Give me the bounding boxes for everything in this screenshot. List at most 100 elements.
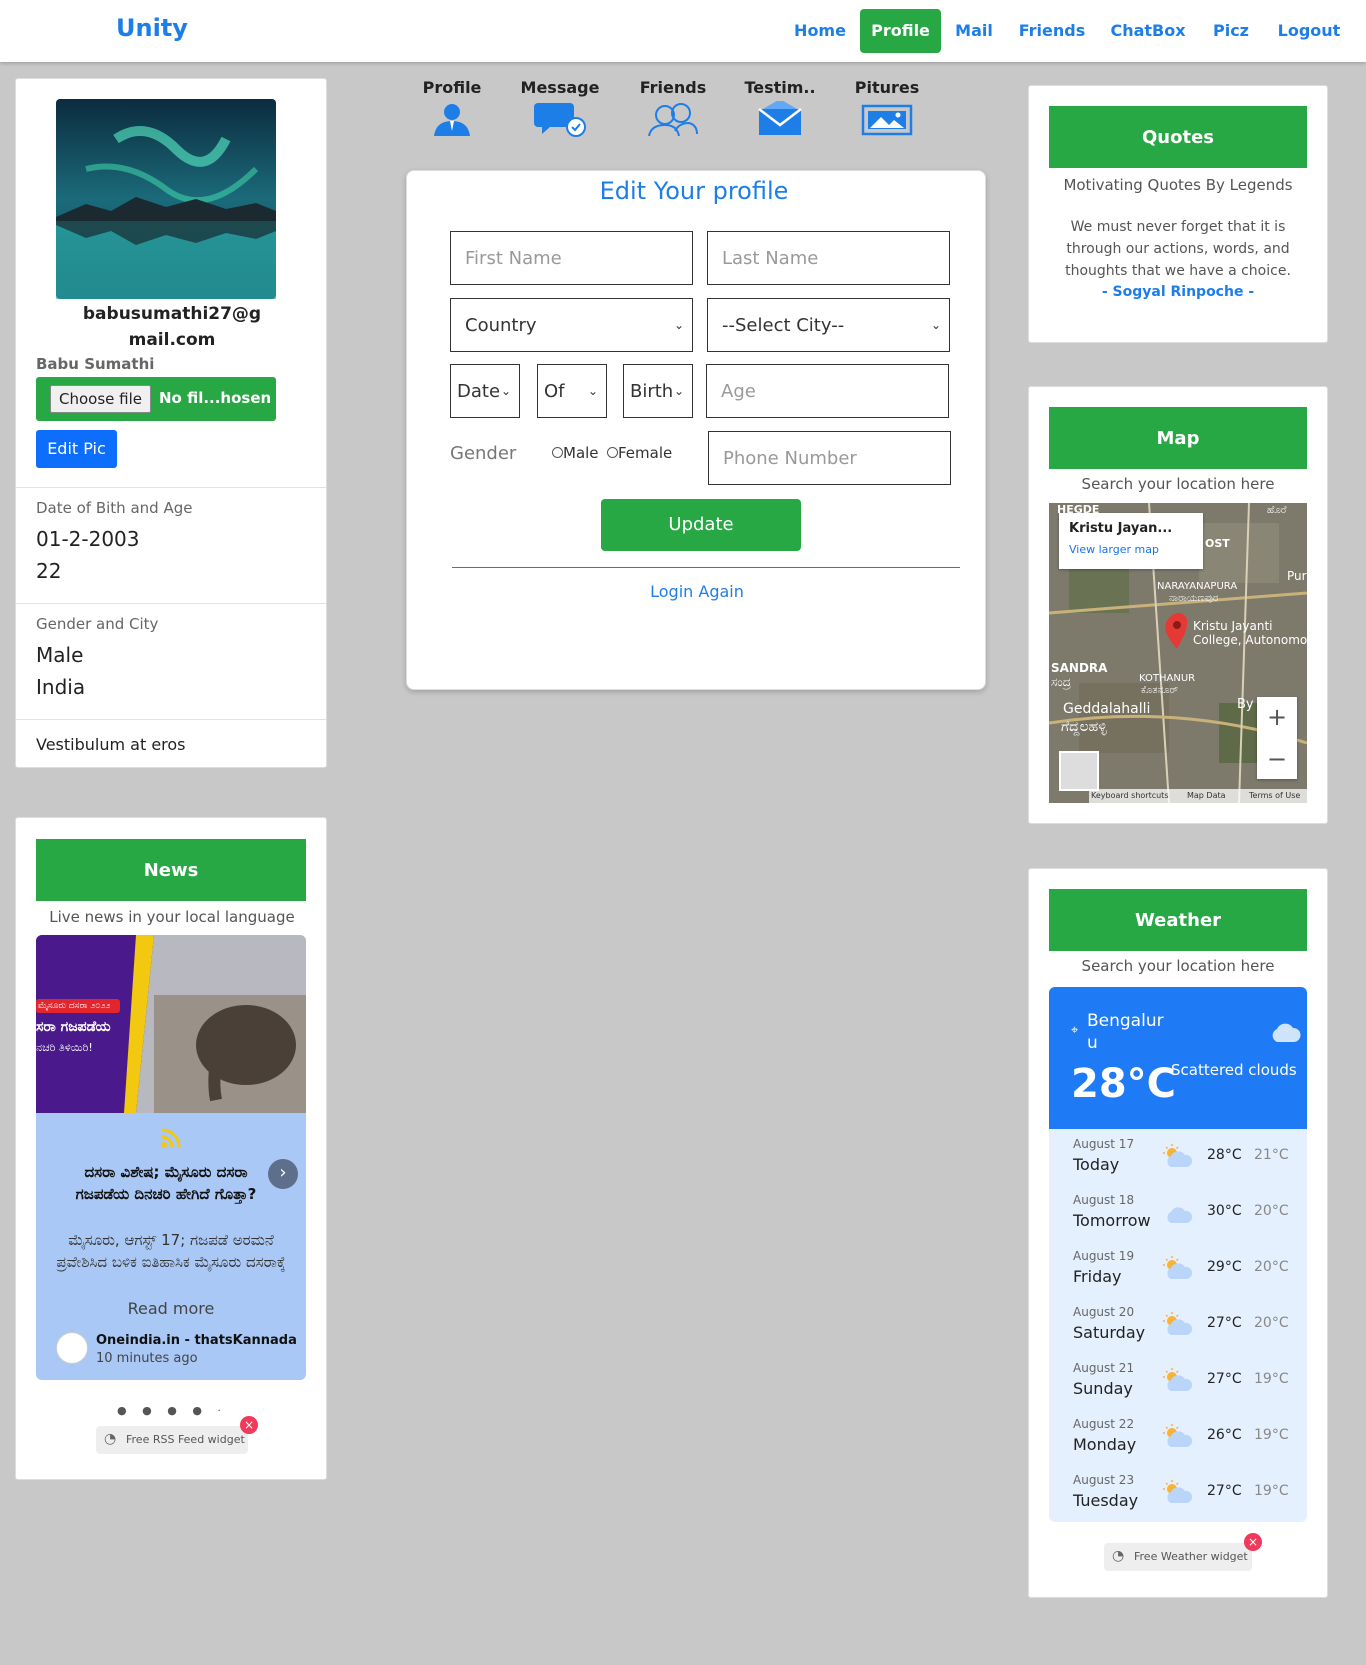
nav-friends[interactable]: Friends xyxy=(1016,9,1088,53)
dob-date-select[interactable]: Date ⌄ xyxy=(450,364,520,418)
sun-cloud-icon xyxy=(1163,1424,1193,1447)
location-pin-icon: ⌖ xyxy=(1071,1023,1079,1038)
dob-year-select[interactable]: Birth ⌄ xyxy=(623,364,693,418)
age-input[interactable]: Age xyxy=(706,364,949,418)
choose-file-button[interactable]: Choose file xyxy=(50,385,151,413)
dob-month-select[interactable]: Of ⌄ xyxy=(537,364,607,418)
edit-profile-card: Edit Your profile First Name Last Name C… xyxy=(406,170,986,690)
map-data-link[interactable]: Map Data xyxy=(1187,791,1226,800)
forecast-date: August 22 xyxy=(1073,1417,1135,1431)
gender-male-radio[interactable]: Male xyxy=(552,444,599,462)
edit-pic-button[interactable]: Edit Pic xyxy=(36,430,117,468)
forecast-low: 20°C xyxy=(1254,1315,1289,1331)
forecast-date: August 19 xyxy=(1073,1249,1135,1263)
news-image-line-2: ನಚರಿ ತಿಳಿಯಿರಿ! xyxy=(36,1041,93,1054)
forecast-high: 27°C xyxy=(1207,1315,1242,1331)
forecast-date: August 20 xyxy=(1073,1305,1135,1319)
tab-profile[interactable]: Profile xyxy=(402,78,502,141)
sun-cloud-icon xyxy=(1163,1312,1193,1335)
forecast-date: August 17 xyxy=(1073,1137,1135,1151)
phone-input[interactable]: Phone Number xyxy=(708,431,951,485)
keyboard-shortcuts-link[interactable]: Keyboard shortcuts xyxy=(1091,791,1168,800)
gender-female-radio[interactable]: Female xyxy=(607,444,672,462)
news-read-more[interactable]: Read more xyxy=(36,1299,306,1318)
zoom-in-button[interactable]: + xyxy=(1257,697,1297,737)
quotes-subtitle: Motivating Quotes By Legends xyxy=(1063,176,1293,194)
file-input[interactable]: Choose file No fil...hosen xyxy=(36,377,276,421)
brand-logo[interactable]: Unity xyxy=(116,14,188,42)
map-area-label: KOTHANUR xyxy=(1139,673,1196,684)
rss-widget-badge[interactable]: ◔ Free RSS Feed widget × xyxy=(96,1416,258,1454)
profile-picture xyxy=(56,99,276,299)
female-label: Female xyxy=(618,444,673,462)
chevron-down-icon: ⌄ xyxy=(673,318,684,332)
nav-profile[interactable]: Profile xyxy=(860,9,941,53)
nav-chatbox[interactable]: ChatBox xyxy=(1108,9,1188,53)
forecast-day: Tomorrow xyxy=(1073,1211,1151,1230)
map-area-label: OST xyxy=(1205,537,1230,550)
close-icon[interactable]: × xyxy=(1244,1533,1262,1551)
news-subtitle: Live news in your local language xyxy=(49,908,295,926)
tab-friends[interactable]: Friends xyxy=(623,78,723,141)
widget-logo-icon: ◔ xyxy=(104,1431,117,1447)
friends-icon xyxy=(648,103,698,137)
news-source-avatar xyxy=(56,1332,88,1364)
tab-message[interactable]: Message xyxy=(510,78,610,141)
nav-mail[interactable]: Mail xyxy=(951,9,997,53)
terms-of-use-link[interactable]: Terms of Use xyxy=(1249,791,1300,800)
sun-cloud-icon xyxy=(1163,1144,1193,1167)
forecast-day: Tuesday xyxy=(1073,1491,1139,1510)
map-place-name: Kristu Jayan... xyxy=(1069,521,1173,536)
forecast-low: 20°C xyxy=(1254,1203,1289,1219)
male-label: Male xyxy=(563,444,599,462)
map-area-label: SANDRA xyxy=(1051,661,1108,675)
last-name-input[interactable]: Last Name xyxy=(707,231,950,285)
nav-home[interactable]: Home xyxy=(788,9,852,53)
nav-picz[interactable]: Picz xyxy=(1207,9,1255,53)
city-select[interactable]: --Select City-- ⌄ xyxy=(707,298,950,352)
radio-circle[interactable] xyxy=(552,447,563,458)
first-name-input[interactable]: First Name xyxy=(450,231,693,285)
country-select-value: Country xyxy=(465,314,537,336)
carousel-dots[interactable]: ● ● ● ● · xyxy=(16,1404,328,1417)
map-area-label: ಗೆದ್ದಲಹಳ್ಳಿ xyxy=(1061,719,1107,735)
profile-email: babusumathi27@g mail.com xyxy=(16,301,328,353)
forecast-low: 21°C xyxy=(1254,1147,1289,1163)
map-thumbnail-button[interactable] xyxy=(1059,751,1099,791)
gender-city-label: Gender and City xyxy=(36,615,159,633)
forecast-day: Monday xyxy=(1073,1435,1137,1454)
weather-widget-badge[interactable]: ◔ Free Weather widget × xyxy=(1104,1533,1262,1571)
divider xyxy=(16,719,326,720)
zoom-out-button[interactable]: − xyxy=(1257,739,1297,779)
news-source[interactable]: Oneindia.in - thatsKannada xyxy=(96,1333,297,1348)
nav-logout[interactable]: Logout xyxy=(1274,9,1344,53)
sun-cloud-icon xyxy=(1163,1256,1193,1279)
weather-subtitle: Search your location here xyxy=(1081,957,1275,975)
map-card: Map Search your location here HEGDE ಹೊರೆ… xyxy=(1028,386,1328,824)
login-again-link[interactable]: Login Again xyxy=(407,582,987,601)
country-select[interactable]: Country ⌄ xyxy=(450,298,693,352)
quote-text: We must never forget that it is through … xyxy=(1065,219,1291,279)
top-navbar: Unity Home Profile Mail Friends ChatBox … xyxy=(0,0,1366,62)
forecast-day: Saturday xyxy=(1073,1323,1146,1342)
weather-widget-label: Free Weather widget xyxy=(1134,1550,1248,1563)
radio-circle[interactable] xyxy=(607,447,618,458)
view-larger-map-link[interactable]: View larger map xyxy=(1069,543,1159,556)
chevron-down-icon: ⌄ xyxy=(587,384,598,398)
weather-widget: ⌖ Bengalur u 28°C Scattered clouds Augus… xyxy=(1049,987,1307,1522)
forecast-high: 27°C xyxy=(1207,1483,1242,1499)
forecast-day: Today xyxy=(1073,1155,1120,1174)
tab-pictures[interactable]: Pitures xyxy=(837,78,937,141)
map-embed[interactable]: HEGDE ಹೊರೆ OST Pur NARAYANAPURA ನಾರಾಯಣಪು… xyxy=(1049,503,1307,803)
tab-testimonials[interactable]: Testim.. xyxy=(730,78,830,141)
file-status: No fil...hosen xyxy=(159,389,272,407)
forecast-low: 19°C xyxy=(1254,1427,1289,1443)
update-button[interactable]: Update xyxy=(601,499,801,551)
news-title: News xyxy=(36,839,306,901)
map-area-label: NARAYANAPURA xyxy=(1157,581,1238,592)
dob-label: Date of Bith and Age xyxy=(36,499,193,517)
form-divider xyxy=(452,567,960,568)
news-headline[interactable]: ದಸರಾ ವಿಶೇಷ; ಮೈಸೂರು ದಸರಾ ಗಜಪಡೆಯ ದಿನಚರಿ ಹೇ… xyxy=(58,1161,274,1205)
close-icon[interactable]: × xyxy=(240,1416,258,1434)
profile-footer-text: Vestibulum at eros xyxy=(36,735,186,754)
